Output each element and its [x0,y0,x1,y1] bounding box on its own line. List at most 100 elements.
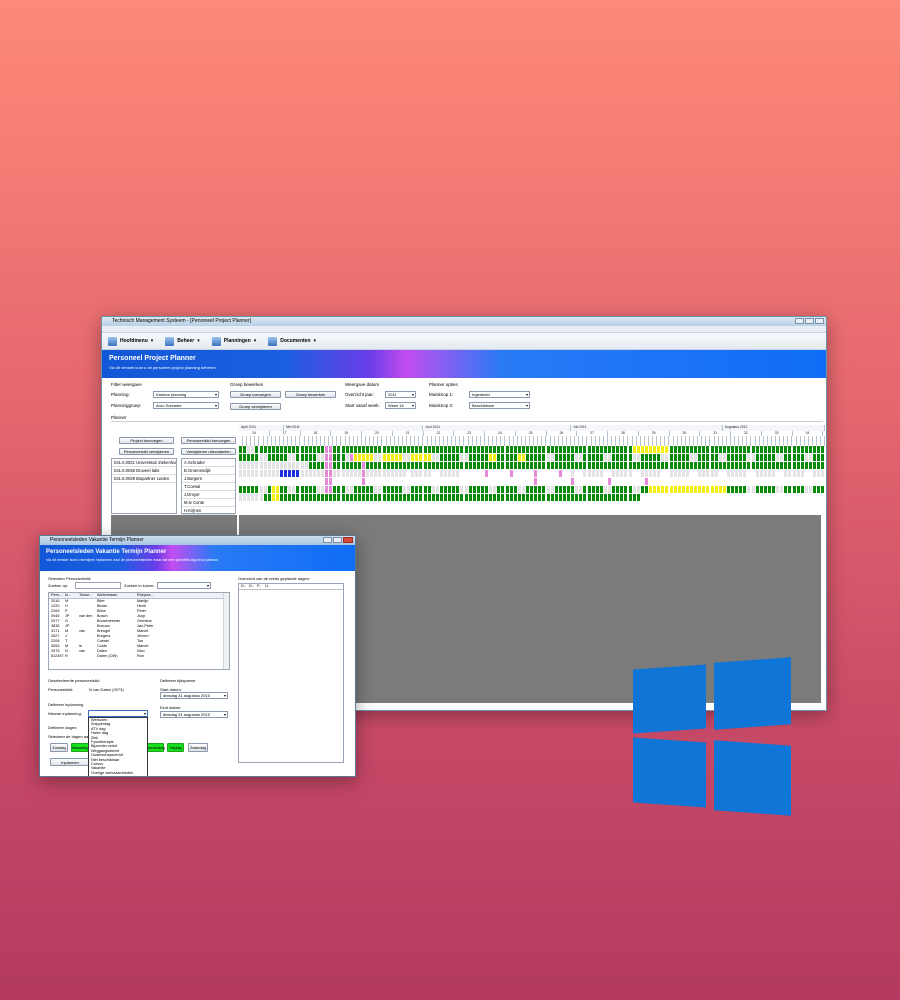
table-cell: 812457 [51,654,64,658]
minimize-button[interactable] [795,318,804,324]
windows-logo-pane [714,740,791,816]
day-monday-button[interactable]: Maandag [71,743,89,752]
windows-logo-icon [633,655,793,817]
staff-table-body: 2016 M Biter Martijn 1220 H Blown Henk 2263 P Böhs… [49,599,229,659]
planner-divider [111,421,823,422]
maximize-button[interactable] [805,318,814,324]
column-header[interactable]: Achternaam [97,593,137,598]
dialog-titlebar: Personeelsleden Vakantie Termijn Planner [40,536,355,545]
documents-icon [268,336,278,346]
column-header[interactable]: Tusse... [79,593,97,598]
windows-logo-pane [633,664,706,734]
staff-list[interactable]: A.Schrader B.Groenendijk J.Burgers T.Coe… [181,458,236,515]
staff-add-button[interactable]: Personeelslid toevoegen [181,437,236,444]
overview-column[interactable]: P.. [257,584,265,589]
mouse1-label: Muisknop 1: [429,392,454,397]
planner-cell[interactable] [821,446,826,454]
define-planning-label: Definieer inplanning [48,702,84,707]
staff-table-scrollbar[interactable] [223,593,229,669]
planner-cell[interactable] [821,454,826,462]
project-list[interactable]: 041.0.0021 Universitair Ziekenhuis 041.0… [111,458,177,514]
mdi-strip [102,326,826,333]
day-saturday-button[interactable]: Zaterdag [188,743,208,752]
table-cell: Ron [137,654,144,658]
staff-item[interactable]: A.Schrader [182,459,235,467]
vacation-dialog: Personeelsleden Vakantie Termijn Planner… [39,535,356,777]
project-remove-button[interactable]: Personeelslid verwijderen [119,448,174,455]
new-planning-dropdown[interactable]: Werkuren Snipperdag ATV dag Halve dag Ziek Fy… [88,717,148,776]
start-date-picker[interactable]: dinsdag 31 augustus 2010 [160,692,228,699]
view-date-heading: Weergave datum [345,382,380,387]
group-label: Planninggroep: [111,403,142,408]
menu-hoofdmenu[interactable]: Hoofdmenu ▾ [108,336,153,346]
planner-cell[interactable] [821,478,826,486]
new-planning-label: Nieuwe inplanning: [48,711,82,716]
menu-planningen[interactable]: Planningen ▾ [211,336,256,346]
table-cell: R [65,654,68,658]
menu-bar: Hoofdmenu ▾ Beheer ▾ Planningen ▾ Docume… [102,333,826,350]
mouse1-select[interactable]: Ingedeeld [469,391,530,398]
staff-item[interactable]: B.Groenendijk [182,467,235,475]
day-friday-button[interactable]: Vrijdag [167,743,184,752]
home-icon [108,336,117,346]
planner-cell[interactable] [821,470,826,478]
staff-item[interactable]: M.le Conte [182,499,235,507]
planning-select[interactable]: Kantoor planning [153,391,219,398]
dialog-close-button[interactable] [343,537,353,543]
dialog-title: Personeelsleden Vakantie Termijn Planner [50,537,144,543]
year-select[interactable]: 2011 [385,391,416,398]
group-select[interactable]: Arno Schrader [153,402,219,409]
week-select[interactable]: Week 16 [385,402,416,409]
planner-grid[interactable]: April 2011 Mei 2011 Juni 2011 Juli 2011 Augu… [239,425,826,515]
overview-column[interactable]: U.. [265,584,273,589]
main-banner: Personeel Project Planner Via dit venste… [102,350,826,378]
group-edit-button[interactable]: Groep bewerken [285,391,336,398]
overview-column[interactable]: D.. [249,584,257,589]
overview-list[interactable]: D.. D.. P.. U.. [238,583,344,763]
dropdown-items: Werkuren Snipperdag ATV dag Halve dag Ziek Fy… [89,718,147,775]
new-planning-select[interactable] [88,710,148,717]
planner-cell[interactable] [821,486,826,494]
search-column-select[interactable] [157,582,211,589]
overview-header: D.. D.. P.. U.. [239,584,343,590]
year-label: Overzicht jaar: [345,392,375,397]
planner-cell[interactable] [821,494,826,502]
group-add-button[interactable]: Groep toevoegen [230,391,281,398]
project-item[interactable]: 041.0.0021 Universitair Ziekenhuis [112,459,176,467]
column-header[interactable]: In... [65,593,79,598]
person-value: N van Dalen (2973) [89,687,124,692]
staff-item[interactable]: H.Kirjnen [182,507,235,515]
dropdown-option[interactable]: Overige werkzaamheden [89,771,147,775]
dialog-minimize-button[interactable] [323,537,332,543]
staff-table[interactable]: Pers... In... Tusse... Achternaam Roepna… [48,592,230,670]
day-sunday-button[interactable]: Zondag [50,743,68,752]
dialog-maximize-button[interactable] [333,537,342,543]
column-header[interactable]: Pers... [49,593,65,598]
group-remove-button[interactable]: Groep verwijderen [230,403,281,410]
planning-label: Planning: [111,392,130,397]
planner-cell[interactable] [821,462,826,470]
project-item[interactable]: 041.8.0039 Biopartner Leiden [112,475,176,483]
page-subtitle: Via dit venster kunt u de personeel proj… [109,365,217,370]
staff-unlink-button[interactable]: Verwijderen uitschakelen [181,448,236,455]
table-row[interactable]: 812457 R Daren (OW) Ron [49,654,229,659]
mouse2-select[interactable]: Beschikbaar [469,402,530,409]
table-cell: Daren (OW) [97,654,118,658]
staff-item[interactable]: J.Droyer [182,491,235,499]
staff-item[interactable]: T.Coesal [182,483,235,491]
overview-column[interactable]: D.. [239,584,249,589]
menu-beheer[interactable]: Beheer ▾ [165,336,200,346]
staff-item[interactable]: J.Burgers [182,475,235,483]
project-item[interactable]: 041.0.0036 Druveel labs [112,467,176,475]
plan-button[interactable]: Inplannen [50,758,90,766]
search-input[interactable] [75,582,121,589]
dialog-banner-subtitle: Via dit venster kunt u termijnen inplann… [46,558,219,562]
column-header[interactable]: Roepna... [137,593,177,598]
dialog-banner: Personeelsleden Vakantie Termijn Planner… [40,545,355,571]
menu-documenten[interactable]: Documenten ▾ [268,336,316,346]
manage-icon [165,336,175,346]
project-add-button[interactable]: Project toevoegen [119,437,174,444]
close-button[interactable] [815,318,824,324]
search-label: Zoeken op: [48,583,69,588]
end-date-picker[interactable]: dinsdag 31 augustus 2010 [160,711,228,718]
